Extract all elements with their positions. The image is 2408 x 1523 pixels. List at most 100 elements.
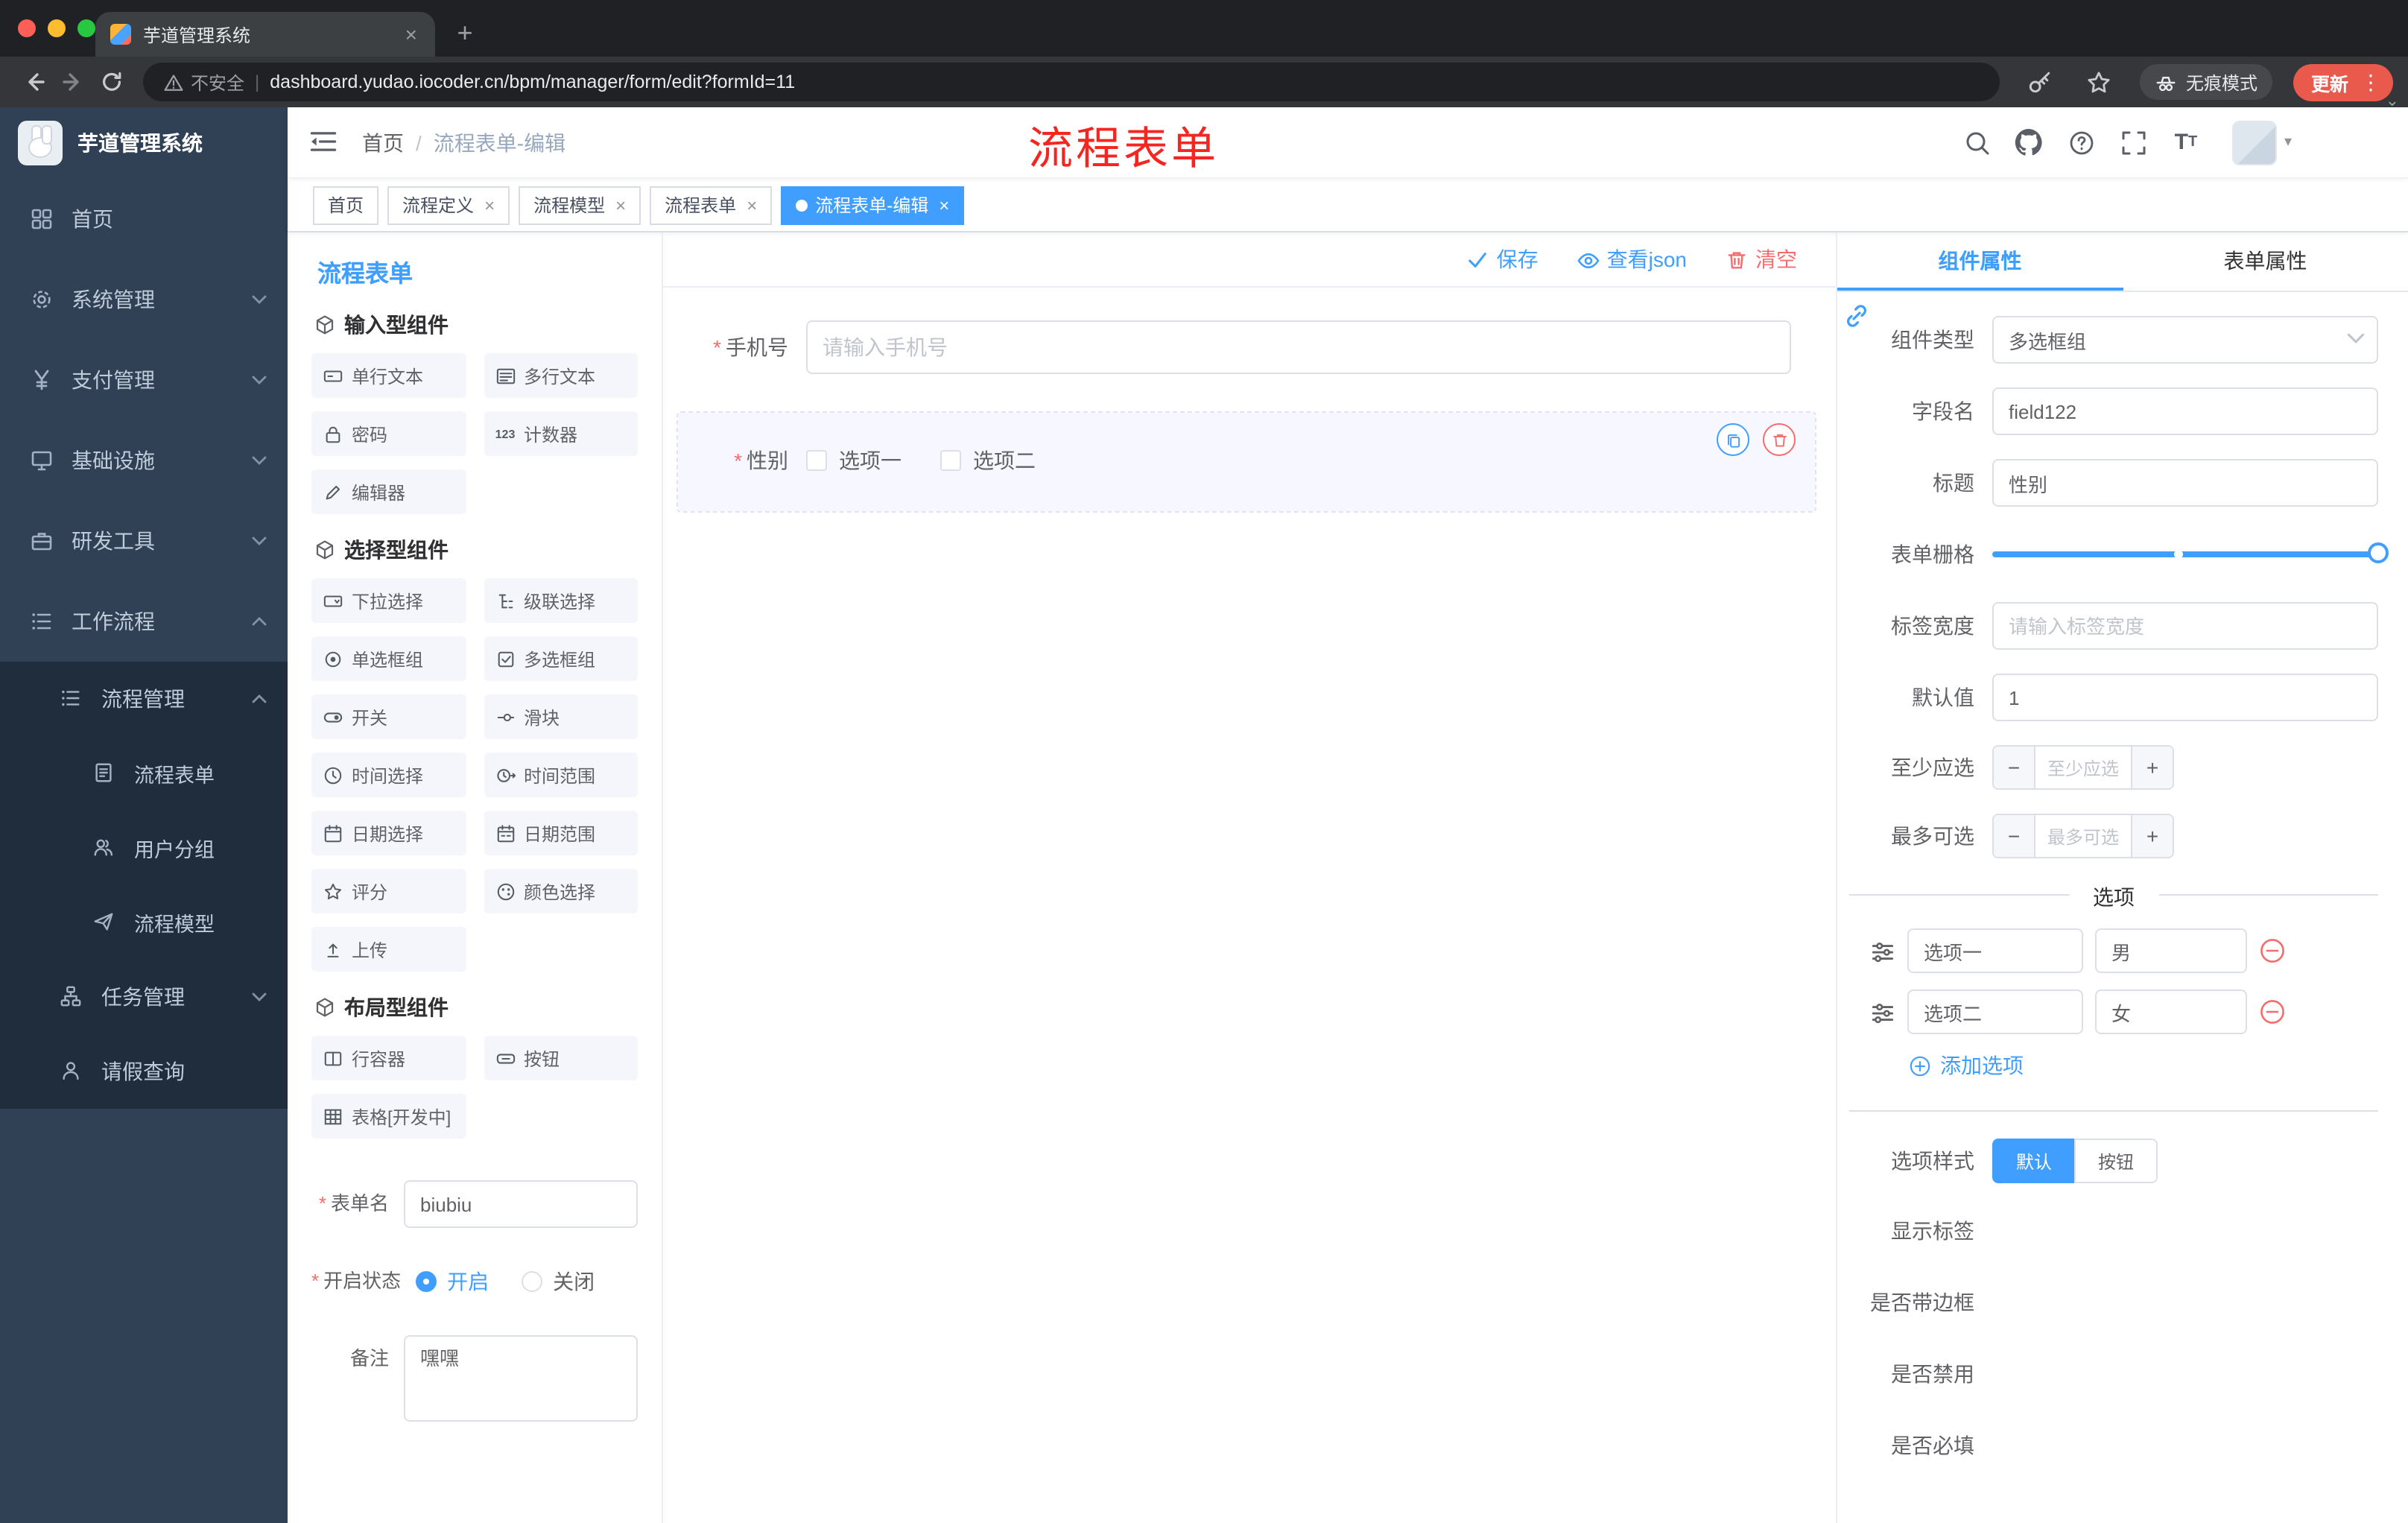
sidebar-item-process-management[interactable]: 流程管理 <box>0 662 288 736</box>
radio-status-on[interactable]: 开启 <box>416 1267 489 1296</box>
chip-multi-line-text[interactable]: 多行文本 <box>484 353 638 398</box>
component-type-select[interactable] <box>1992 316 2378 364</box>
drag-handle-icon[interactable] <box>1870 938 1895 963</box>
chip-color-picker[interactable]: 颜色选择 <box>484 869 638 914</box>
reload-icon[interactable] <box>92 63 131 101</box>
sidebar-item-leave-query[interactable]: 请假查询 <box>0 1034 288 1109</box>
chip-slider[interactable]: 滑块 <box>484 694 638 739</box>
tag-process-form[interactable]: 流程表单 × <box>650 186 773 224</box>
chip-single-line-text[interactable]: 单行文本 <box>311 353 466 398</box>
github-icon[interactable] <box>2015 127 2044 157</box>
label-width-input[interactable] <box>1992 602 2378 650</box>
help-icon[interactable] <box>2067 127 2097 157</box>
chip-radio-group[interactable]: 单选框组 <box>311 636 466 681</box>
new-tab-button[interactable]: + <box>444 12 486 54</box>
fullscreen-icon[interactable] <box>2119 127 2149 157</box>
avatar[interactable] <box>2231 120 2277 165</box>
option-value-input[interactable] <box>2095 990 2247 1034</box>
chip-upload[interactable]: 上传 <box>311 927 466 972</box>
option-label-input[interactable] <box>1907 990 2083 1034</box>
remove-option-icon[interactable] <box>2259 937 2286 964</box>
sidebar-item-process-model[interactable]: 流程模型 <box>0 885 288 960</box>
clear-button[interactable]: 清空 <box>1726 244 1797 274</box>
bookmark-star-icon[interactable] <box>2080 63 2119 101</box>
delete-widget-button[interactable] <box>1763 423 1796 456</box>
grid-slider[interactable] <box>1992 531 2389 578</box>
chip-select[interactable]: 下拉选择 <box>311 578 466 623</box>
option-label-input[interactable] <box>1907 928 2083 973</box>
max-select-stepper[interactable]: − 最多可选 + <box>1992 814 2174 858</box>
chip-row-container[interactable]: 行容器 <box>311 1036 466 1080</box>
sidebar-item-process-form[interactable]: 流程表单 <box>0 736 288 811</box>
search-icon[interactable] <box>1962 127 1992 157</box>
tab-close-icon[interactable]: × <box>402 22 420 46</box>
remove-option-icon[interactable] <box>2259 998 2286 1025</box>
close-window-button[interactable] <box>18 19 36 37</box>
form-remark-textarea[interactable]: 嘿嘿 <box>404 1335 638 1422</box>
close-icon[interactable]: × <box>747 194 757 215</box>
chip-time-range[interactable]: 时间范围 <box>484 753 638 797</box>
view-json-button[interactable]: 查看json <box>1577 244 1687 274</box>
tag-process-model[interactable]: 流程模型 × <box>519 186 641 224</box>
maximize-window-button[interactable] <box>77 19 95 37</box>
radio-status-off[interactable]: 关闭 <box>522 1267 595 1296</box>
chip-rate[interactable]: 评分 <box>311 869 466 914</box>
chip-checkbox-group[interactable]: 多选框组 <box>484 636 638 681</box>
slider-handle[interactable] <box>2368 542 2389 563</box>
sidebar-item-workflow[interactable]: 工作流程 <box>0 581 288 662</box>
field-name-input[interactable] <box>1992 387 2378 435</box>
sidebar-item-devtools[interactable]: 研发工具 <box>0 501 288 581</box>
update-button[interactable]: 更新 ⋮ <box>2293 63 2393 101</box>
title-input[interactable] <box>1992 459 2378 507</box>
option-value-input[interactable] <box>2095 928 2247 973</box>
forward-icon[interactable] <box>54 63 92 101</box>
chip-table[interactable]: 表格[开发中] <box>311 1094 466 1139</box>
close-icon[interactable]: × <box>939 194 949 215</box>
sidebar-item-payment[interactable]: 支付管理 <box>0 340 288 420</box>
chip-button[interactable]: 按钮 <box>484 1036 638 1080</box>
style-default-button[interactable]: 默认 <box>1992 1139 2076 1183</box>
phone-input[interactable] <box>806 320 1791 374</box>
minus-button[interactable]: − <box>1994 815 2035 857</box>
checkbox[interactable] <box>806 450 827 471</box>
tag-process-definition[interactable]: 流程定义 × <box>387 186 510 224</box>
close-icon[interactable]: × <box>615 194 626 215</box>
close-icon[interactable]: × <box>484 194 495 215</box>
tab-component-props[interactable]: 组件属性 <box>1837 232 2123 291</box>
plus-button[interactable]: + <box>2131 747 2173 788</box>
sidebar-item-home[interactable]: 首页 <box>0 179 288 259</box>
chip-switch[interactable]: 开关 <box>311 694 466 739</box>
gender-option-2[interactable]: 选项二 <box>940 446 1036 475</box>
breadcrumb-home[interactable]: 首页 <box>362 127 404 157</box>
link-icon[interactable] <box>1842 301 1872 331</box>
sidebar-item-task-management[interactable]: 任务管理 <box>0 960 288 1034</box>
minimize-window-button[interactable] <box>48 19 66 37</box>
style-button-button[interactable]: 按钮 <box>2074 1139 2158 1183</box>
key-icon[interactable] <box>2021 63 2059 101</box>
browser-menu-icon[interactable]: ⋮ <box>2354 69 2387 95</box>
gender-option-1[interactable]: 选项一 <box>806 446 902 475</box>
chip-password[interactable]: 密码 <box>311 411 466 456</box>
min-select-stepper[interactable]: − 至少应选 + <box>1992 745 2174 790</box>
window-controls[interactable] <box>18 19 95 37</box>
copy-widget-button[interactable] <box>1717 423 1749 456</box>
minus-button[interactable]: − <box>1994 747 2035 788</box>
sidebar-item-system[interactable]: 系统管理 <box>0 259 288 340</box>
drag-handle-icon[interactable] <box>1870 999 1895 1025</box>
chip-date-range[interactable]: 日期范围 <box>484 811 638 855</box>
default-value-input[interactable] <box>1992 674 2378 721</box>
chip-time-picker[interactable]: 时间选择 <box>311 753 466 797</box>
form-name-input[interactable] <box>404 1180 638 1228</box>
tab-form-props[interactable]: 表单属性 <box>2123 232 2408 291</box>
font-size-icon[interactable]: TT <box>2171 127 2201 157</box>
plus-button[interactable]: + <box>2131 815 2173 857</box>
checkbox[interactable] <box>940 450 961 471</box>
sidebar-item-user-group[interactable]: 用户分组 <box>0 811 288 885</box>
chip-editor[interactable]: 编辑器 <box>311 469 466 514</box>
field-phone[interactable]: 手机号 <box>678 320 1813 374</box>
selected-widget-gender[interactable]: 性别 选项一 选项二 <box>677 411 1816 513</box>
save-button[interactable]: 保存 <box>1467 244 1539 274</box>
chip-counter[interactable]: 123 计数器 <box>484 411 638 456</box>
url-field[interactable]: 不安全 | dashboard.yudao.iocoder.cn/bpm/man… <box>143 63 2000 101</box>
tag-home[interactable]: 首页 <box>313 186 379 224</box>
